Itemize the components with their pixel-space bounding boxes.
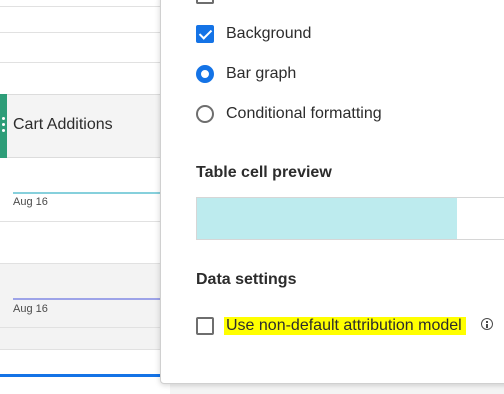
table-divider [0, 263, 170, 264]
bar-graph-label: Bar graph [226, 65, 297, 82]
metric-title: Cart Additions [13, 116, 113, 133]
background-label: Background [226, 25, 312, 42]
checkbox-offscreen[interactable] [196, 0, 214, 4]
table-divider [0, 327, 170, 328]
conditional-formatting-radio[interactable] [196, 105, 214, 123]
info-icon[interactable] [481, 318, 493, 330]
data-settings-title: Data settings [196, 271, 297, 288]
drag-handle-icon [1, 117, 6, 135]
table-divider [0, 6, 170, 7]
attribution-label: Use non-default attribution model [226, 317, 462, 334]
table-divider [0, 221, 170, 222]
table-divider [0, 62, 170, 63]
bar-graph-option[interactable]: Bar graph [196, 64, 296, 84]
conditional-formatting-label: Conditional formatting [226, 105, 382, 122]
selection-indicator [0, 374, 170, 377]
conditional-formatting-option[interactable]: Conditional formatting [196, 104, 382, 124]
table-cell-preview-title: Table cell preview [196, 164, 332, 181]
sparkline [13, 192, 170, 194]
preview-bar-fill [197, 198, 457, 239]
background-checkbox[interactable] [196, 25, 214, 43]
sparkline-date-label: Aug 16 [13, 303, 48, 315]
attribution-checkbox[interactable] [196, 317, 214, 335]
bar-graph-radio[interactable] [196, 65, 214, 83]
table-divider [0, 349, 170, 350]
sparkline [13, 298, 170, 300]
sparkline-date-label: Aug 16 [13, 196, 48, 208]
attribution-option[interactable]: Use non-default attribution model [196, 316, 466, 336]
background-option[interactable]: Background [196, 24, 311, 44]
text-highlight: Use non-default attribution model [224, 317, 466, 335]
table-divider [0, 32, 170, 33]
